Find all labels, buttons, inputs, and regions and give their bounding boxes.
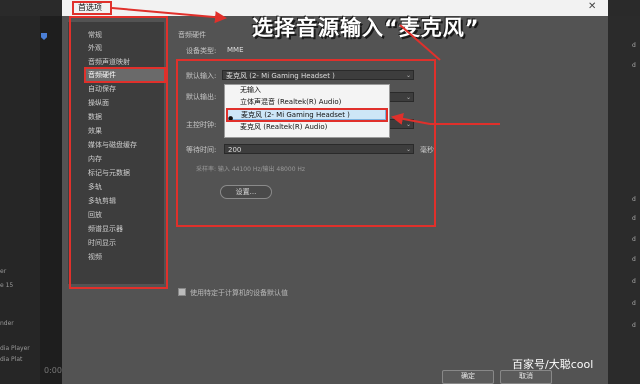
watermark: 百家号/大聪cool — [512, 358, 594, 371]
arrow-to-option — [391, 112, 431, 125]
arrow-to-title — [111, 7, 227, 24]
annotation-arrows — [111, 7, 500, 125]
arrow-to-panel — [399, 24, 441, 61]
